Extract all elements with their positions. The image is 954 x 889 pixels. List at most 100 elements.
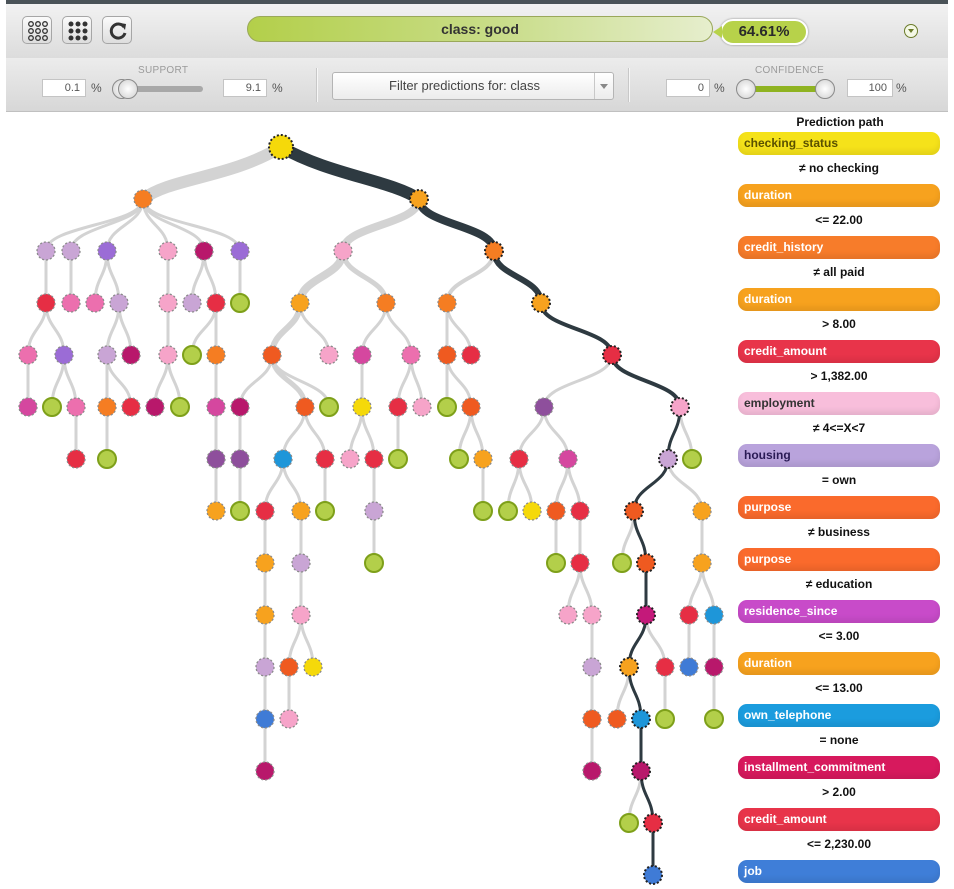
path-step-duration[interactable]: duration — [738, 652, 940, 675]
tree-node[interactable] — [206, 345, 226, 365]
sparse-layout-button[interactable] — [22, 16, 52, 44]
tree-node-on-path[interactable] — [624, 501, 644, 521]
tree-node[interactable] — [255, 761, 275, 781]
tree-node[interactable] — [582, 605, 602, 625]
tree-node[interactable] — [61, 241, 81, 261]
tree-node-on-path[interactable] — [636, 605, 656, 625]
tree-leaf-good[interactable] — [498, 501, 518, 521]
tree-node[interactable] — [18, 345, 38, 365]
tree-node[interactable] — [194, 241, 214, 261]
tree-node[interactable] — [206, 397, 226, 417]
tree-node[interactable] — [255, 501, 275, 521]
tree-leaf-good[interactable] — [42, 397, 62, 417]
tree-node[interactable] — [262, 345, 282, 365]
tree-node[interactable] — [388, 397, 408, 417]
reset-button[interactable] — [102, 16, 132, 44]
confidence-max-input[interactable]: 100 — [847, 79, 893, 97]
tree-node[interactable] — [558, 449, 578, 469]
tree-node[interactable] — [97, 345, 117, 365]
tree-leaf-good[interactable] — [319, 397, 339, 417]
tree-node[interactable] — [704, 657, 724, 677]
tree-node[interactable] — [473, 449, 493, 469]
collapse-toggle-icon[interactable] — [904, 24, 918, 38]
tree-node[interactable] — [206, 501, 226, 521]
tree-node[interactable] — [273, 449, 293, 469]
tree-node-on-path[interactable] — [268, 134, 294, 160]
path-step-employment[interactable]: employment — [738, 392, 940, 415]
tree-node[interactable] — [206, 293, 226, 313]
path-step-credit-history[interactable]: credit_history — [738, 236, 940, 259]
tree-node[interactable] — [692, 501, 712, 521]
confidence-min-handle[interactable] — [736, 79, 756, 99]
tree-node[interactable] — [230, 449, 250, 469]
tree-node[interactable] — [145, 397, 165, 417]
tree-node[interactable] — [522, 501, 542, 521]
tree-node-on-path[interactable] — [670, 397, 690, 417]
tree-node[interactable] — [255, 709, 275, 729]
decision-tree[interactable] — [0, 112, 725, 889]
tree-node[interactable] — [109, 293, 129, 313]
tree-node[interactable] — [607, 709, 627, 729]
dropdown-arrow-icon[interactable] — [594, 73, 613, 99]
tree-leaf-good[interactable] — [315, 501, 335, 521]
tree-node[interactable] — [704, 605, 724, 625]
tree-node[interactable] — [158, 241, 178, 261]
tree-node[interactable] — [279, 657, 299, 677]
tree-node[interactable] — [376, 293, 396, 313]
tree-node[interactable] — [97, 241, 117, 261]
tree-node[interactable] — [582, 657, 602, 677]
tree-node-on-path[interactable] — [631, 709, 651, 729]
tree-node[interactable] — [206, 449, 226, 469]
tree-leaf-good[interactable] — [546, 553, 566, 573]
tree-node[interactable] — [679, 605, 699, 625]
tree-leaf-good[interactable] — [388, 449, 408, 469]
tree-node[interactable] — [582, 709, 602, 729]
tree-node[interactable] — [255, 657, 275, 677]
tree-node-on-path[interactable] — [643, 865, 663, 885]
tree-node-on-path[interactable] — [619, 657, 639, 677]
tree-node[interactable] — [412, 397, 432, 417]
path-step-credit-amount[interactable]: credit_amount — [738, 808, 940, 831]
path-step-purpose[interactable]: purpose — [738, 548, 940, 571]
path-step-duration[interactable]: duration — [738, 288, 940, 311]
tree-nodes[interactable] — [18, 134, 724, 885]
tree-leaf-good[interactable] — [97, 449, 117, 469]
tree-leaf-good[interactable] — [182, 345, 202, 365]
path-step-checking-status[interactable]: checking_status — [738, 132, 940, 155]
path-step-purpose[interactable]: purpose — [738, 496, 940, 519]
tree-node-on-path[interactable] — [602, 345, 622, 365]
tree-node[interactable] — [401, 345, 421, 365]
confidence-min-input[interactable]: 0 — [666, 79, 710, 97]
tree-node[interactable] — [158, 293, 178, 313]
support-min-input[interactable]: 0.1 — [42, 79, 86, 97]
tree-node[interactable] — [461, 345, 481, 365]
tree-node[interactable] — [558, 605, 578, 625]
tree-leaf-good[interactable] — [364, 553, 384, 573]
tree-node[interactable] — [255, 605, 275, 625]
tree-node[interactable] — [121, 345, 141, 365]
tree-node[interactable] — [655, 657, 675, 677]
tree-leaf-good[interactable] — [473, 501, 493, 521]
tree-node[interactable] — [364, 449, 384, 469]
tree-node[interactable] — [340, 449, 360, 469]
tree-node[interactable] — [570, 501, 590, 521]
tree-node-on-path[interactable] — [409, 189, 429, 209]
tree-node[interactable] — [352, 345, 372, 365]
tree-leaf-good[interactable] — [170, 397, 190, 417]
tree-node-on-path[interactable] — [636, 553, 656, 573]
tree-node[interactable] — [437, 293, 457, 313]
tree-node[interactable] — [295, 397, 315, 417]
tree-node[interactable] — [121, 397, 141, 417]
tree-leaf-good[interactable] — [449, 449, 469, 469]
tree-node[interactable] — [255, 553, 275, 573]
tree-node-on-path[interactable] — [643, 813, 663, 833]
compact-layout-button[interactable] — [62, 16, 92, 44]
support-max-handle[interactable] — [118, 79, 138, 99]
path-step-duration[interactable]: duration — [738, 184, 940, 207]
tree-node[interactable] — [133, 189, 153, 209]
tree-node[interactable] — [36, 293, 56, 313]
tree-node[interactable] — [352, 397, 372, 417]
tree-node[interactable] — [679, 657, 699, 677]
tree-node[interactable] — [570, 553, 590, 573]
tree-leaf-good[interactable] — [704, 709, 724, 729]
